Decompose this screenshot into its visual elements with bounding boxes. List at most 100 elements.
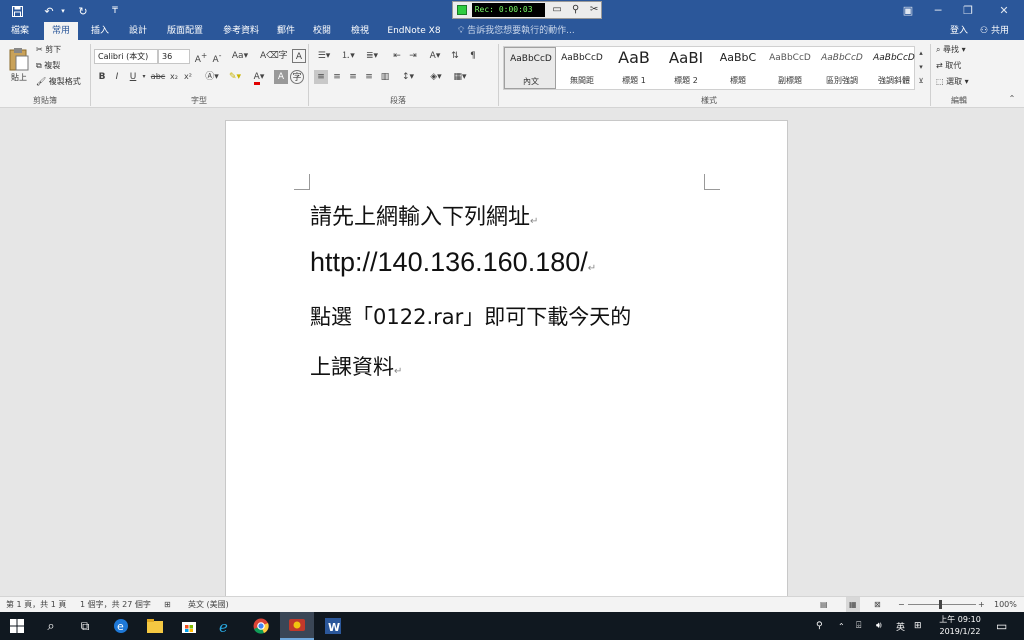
tab-endnote[interactable]: EndNote X8 — [382, 22, 446, 40]
styles-scroll-down-icon[interactable]: ▾ — [916, 60, 926, 74]
clear-formatting-icon[interactable]: A⌫ — [260, 49, 279, 63]
font-size-combo[interactable]: 36 — [158, 49, 190, 64]
sort-icon[interactable]: ⇅ — [448, 49, 462, 63]
style-no-spacing[interactable]: AaBbCcD 無間距 — [556, 47, 608, 89]
recorder-screen-icon[interactable]: ▭ — [550, 4, 564, 16]
task-view-icon[interactable]: ⧉ — [68, 612, 102, 640]
proofing-icon[interactable]: ⊞ — [164, 597, 171, 613]
replace-button[interactable]: ⇄ 取代 — [936, 59, 961, 73]
bold-icon[interactable]: B — [96, 70, 108, 84]
font-color-icon[interactable]: A▾ — [250, 70, 268, 85]
strikethrough-icon[interactable]: abc — [150, 70, 166, 84]
phonetic-guide-icon[interactable]: 字 — [276, 49, 290, 63]
tab-insert[interactable]: 插入 — [84, 22, 116, 40]
justify-icon[interactable]: ≡ — [362, 70, 376, 84]
undo-dropdown-icon[interactable]: ▾ — [58, 3, 68, 19]
read-mode-icon[interactable]: ▤ — [820, 597, 828, 613]
character-shading-icon[interactable]: A — [274, 70, 288, 84]
font-name-combo[interactable]: Calibri (本文) — [94, 49, 158, 64]
find-button[interactable]: ⌕ 尋找 ▾ — [936, 43, 966, 57]
line-spacing-icon[interactable]: ↕▾ — [398, 70, 418, 84]
style-subtitle[interactable]: AaBbCcD 副標題 — [764, 47, 816, 89]
character-border-icon[interactable]: A — [292, 49, 306, 63]
style-emphasis[interactable]: AaBbCcD 強調斜體 — [868, 47, 920, 89]
align-left-icon[interactable]: ≡ — [314, 70, 328, 84]
internet-explorer-icon[interactable]: e — [208, 612, 242, 640]
undo-icon[interactable]: ↶ — [40, 3, 58, 19]
cut-button[interactable]: ✂ 剪下 — [36, 43, 61, 57]
screen-recorder-app-icon[interactable] — [280, 612, 314, 640]
italic-icon[interactable]: I — [111, 70, 123, 84]
document-line-1[interactable]: 請先上網輸入下列網址↵ — [310, 199, 538, 231]
asian-layout-icon[interactable]: A▾ — [426, 49, 444, 63]
tab-home[interactable]: 常用 — [44, 22, 78, 40]
recorder-tools-icon[interactable]: ✂ — [587, 4, 601, 16]
distributed-icon[interactable]: ▥ — [378, 70, 392, 84]
web-layout-icon[interactable]: ⊠ — [874, 597, 881, 613]
zoom-slider-thumb[interactable] — [939, 600, 942, 609]
grow-font-icon[interactable]: A+ — [194, 49, 208, 65]
tab-file[interactable]: 檔案 — [2, 22, 38, 40]
search-icon[interactable]: ⌕ — [34, 612, 68, 640]
align-right-icon[interactable]: ≡ — [346, 70, 360, 84]
ribbon-display-options-icon[interactable]: ▣ — [894, 3, 922, 19]
borders-icon[interactable]: ▦▾ — [450, 70, 470, 84]
paste-button[interactable]: 貼上 — [6, 44, 32, 90]
style-heading-2[interactable]: AaBI 標題 2 — [660, 47, 712, 89]
document-page[interactable]: 請先上網輸入下列網址↵ http://140.136.160.180/↵ 點選「… — [225, 120, 788, 600]
minimize-button[interactable]: ─ — [924, 3, 952, 19]
tab-review[interactable]: 校閱 — [306, 22, 338, 40]
zoom-out-icon[interactable]: − — [898, 597, 905, 613]
underline-dropdown-icon[interactable]: ▾ — [140, 70, 148, 84]
tab-references[interactable]: 參考資料 — [216, 22, 266, 40]
underline-icon[interactable]: U — [126, 70, 140, 84]
tab-view[interactable]: 檢視 — [344, 22, 376, 40]
redo-icon[interactable]: ↻ — [74, 3, 92, 19]
text-effects-icon[interactable]: Ⓐ▾ — [204, 70, 220, 84]
style-subtle-emphasis[interactable]: AaBbCcD 區別強調 — [816, 47, 868, 89]
enclose-characters-icon[interactable]: 字 — [290, 70, 304, 84]
customize-toolbar-icon[interactable]: ₸ — [108, 3, 122, 19]
store-icon[interactable] — [172, 612, 206, 640]
document-line-3[interactable]: 點選「0122.rar」即可下載今天的 — [310, 301, 631, 331]
document-line-4[interactable]: 上課資料↵ — [310, 351, 402, 381]
system-clock[interactable]: 上午 09:10 2019/1/22 — [934, 614, 986, 638]
record-indicator-icon[interactable] — [457, 5, 467, 15]
change-case-icon[interactable]: Aa▾ — [230, 49, 250, 63]
recorder-link-icon[interactable]: ⚲ — [569, 4, 583, 16]
word-app-icon[interactable]: W — [316, 612, 350, 640]
zoom-level[interactable]: 100% — [994, 597, 1017, 613]
file-explorer-icon[interactable] — [138, 612, 172, 640]
copy-button[interactable]: ⧉ 複製 — [36, 59, 60, 73]
page-count[interactable]: 第 1 頁，共 1 頁 — [6, 597, 66, 613]
language-indicator[interactable]: 英文 (美國) — [188, 597, 229, 613]
shrink-font-icon[interactable]: A- — [210, 49, 224, 65]
restore-button[interactable]: ❐ — [954, 3, 982, 19]
share-button[interactable]: ⚇ 共用 — [980, 22, 1009, 40]
windows-start-icon[interactable] — [0, 612, 34, 640]
people-icon[interactable]: ⚲ — [816, 612, 823, 640]
sign-in-link[interactable]: 登入 — [950, 22, 968, 40]
save-icon[interactable] — [8, 3, 26, 19]
close-button[interactable]: ✕ — [990, 3, 1018, 19]
highlight-icon[interactable]: ✎▾ — [226, 70, 244, 84]
show-hidden-icons-icon[interactable]: ⌃ — [838, 612, 845, 640]
select-button[interactable]: ⬚ 選取 ▾ — [936, 75, 969, 89]
tab-layout[interactable]: 版面配置 — [160, 22, 210, 40]
ime-mode-icon[interactable]: ⊞ — [914, 612, 922, 640]
style-normal[interactable]: AaBbCcD 內文 — [504, 47, 556, 89]
show-marks-icon[interactable]: ¶ — [466, 49, 480, 63]
chrome-icon[interactable] — [244, 612, 278, 640]
tab-mailings[interactable]: 郵件 — [272, 22, 300, 40]
shading-icon[interactable]: ◈▾ — [426, 70, 446, 84]
format-painter-button[interactable]: 🖌︎ 複製格式 — [36, 75, 81, 89]
network-icon[interactable]: ⌹ — [856, 612, 861, 640]
styles-more-icon[interactable]: ⊻ — [916, 74, 926, 88]
action-center-icon[interactable]: ▭ — [996, 612, 1007, 640]
bullets-icon[interactable]: ☰▾ — [314, 49, 334, 63]
style-heading-1[interactable]: AaB 標題 1 — [608, 47, 660, 89]
print-layout-icon[interactable]: ▦ — [846, 597, 860, 613]
styles-scroll-up-icon[interactable]: ▴ — [916, 46, 926, 60]
style-title[interactable]: AaBbC 標題 — [712, 47, 764, 89]
numbering-icon[interactable]: ⒈▾ — [338, 49, 358, 63]
